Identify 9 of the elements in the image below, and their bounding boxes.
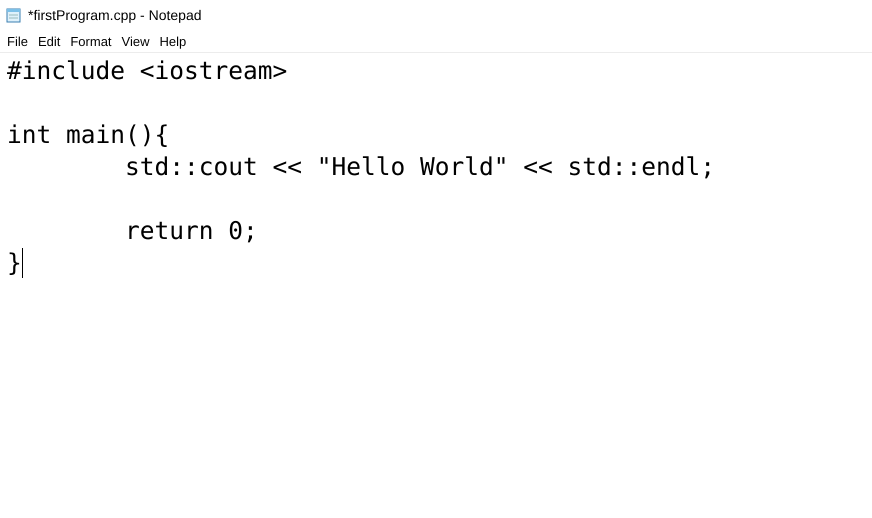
text-cursor (22, 248, 23, 278)
menu-item[interactable]: File (2, 31, 33, 51)
code-text[interactable]: #include <iostream> int main(){ std::cout << "Hello World" << std::endl; return 0; } (7, 55, 872, 279)
notepad-icon (6, 7, 22, 23)
menu-item[interactable]: View (116, 31, 154, 51)
menu-item[interactable]: Format (65, 31, 117, 51)
menu-item[interactable]: Help (154, 31, 192, 51)
menu-item[interactable]: Edit (32, 31, 66, 51)
window-title: *firstProgram.cpp - Notepad (28, 7, 202, 23)
